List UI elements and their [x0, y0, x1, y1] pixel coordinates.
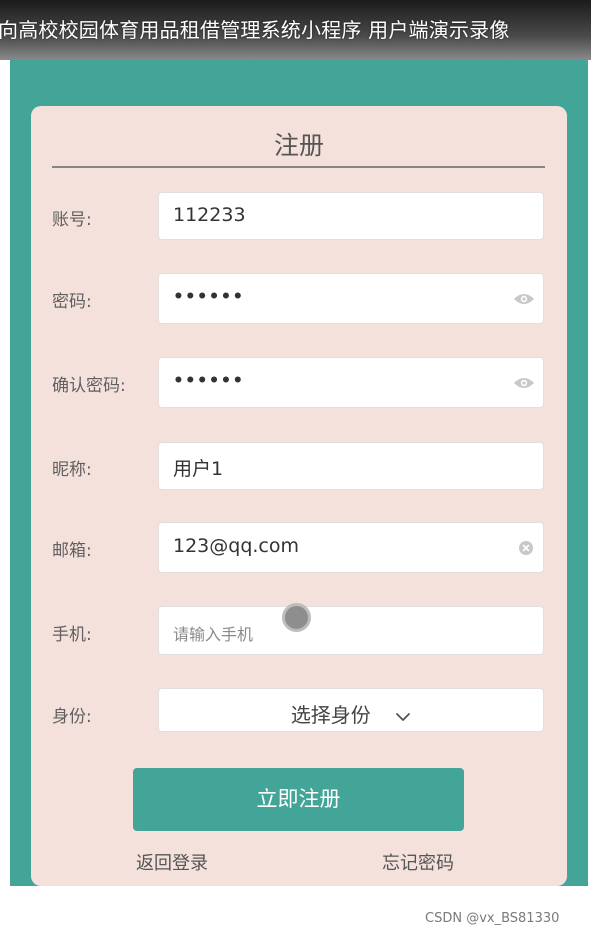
confirm-password-field[interactable]: •••••• [158, 357, 544, 408]
register-card: 注册 账号: 112233 密码: •••••• 确认密码: •••••• 昵称… [31, 106, 567, 886]
confirm-password-value: •••••• [173, 371, 245, 391]
email-label: 邮箱: [52, 541, 92, 561]
email-field[interactable]: 123@qq.com [158, 522, 544, 573]
account-label: 账号: [52, 210, 92, 230]
banner-title: 向高校校园体育用品租借管理系统小程序 用户端演示录像 [0, 18, 510, 42]
password-field[interactable]: •••••• [158, 273, 544, 324]
identity-select-value: 选择身份 [159, 699, 543, 728]
nickname-row: 昵称: 用户1 [31, 442, 567, 492]
video-title-banner: 向高校校园体育用品租借管理系统小程序 用户端演示录像 [0, 0, 591, 60]
email-value: 123@qq.com [173, 535, 300, 557]
nickname-field[interactable]: 用户1 [158, 442, 544, 490]
account-field[interactable]: 112233 [158, 192, 544, 240]
account-row: 账号: 112233 [31, 192, 567, 242]
password-label: 密码: [52, 292, 92, 312]
identity-select[interactable]: 选择身份 [158, 688, 544, 732]
identity-selected-text: 选择身份 [290, 703, 371, 727]
identity-row: 身份: 选择身份 [31, 688, 567, 732]
password-value: •••••• [173, 287, 245, 307]
phone-placeholder: 请输入手机 [173, 625, 254, 644]
clear-icon[interactable] [519, 541, 533, 555]
touch-cursor-indicator [282, 603, 311, 632]
register-button[interactable]: 立即注册 [133, 768, 464, 831]
nickname-value: 用户1 [173, 458, 224, 480]
eye-icon[interactable] [513, 376, 535, 390]
phone-label: 手机: [52, 625, 92, 645]
email-row: 邮箱: 123@qq.com [31, 522, 567, 574]
nickname-label: 昵称: [52, 460, 92, 480]
password-row: 密码: •••••• [31, 273, 567, 325]
confirm-password-label: 确认密码: [52, 376, 126, 396]
chevron-down-icon [396, 712, 411, 721]
identity-label: 身份: [52, 707, 92, 727]
forgot-password-link[interactable]: 忘记密码 [382, 849, 454, 875]
title-divider [52, 166, 545, 168]
left-margin [0, 60, 10, 937]
page-title: 注册 [273, 131, 324, 160]
account-value: 112233 [173, 204, 246, 226]
watermark: CSDN @vx_BS81330 [425, 911, 560, 926]
phone-field[interactable]: 请输入手机 [158, 606, 544, 655]
confirm-password-row: 确认密码: •••••• [31, 357, 567, 409]
back-to-login-link[interactable]: 返回登录 [136, 849, 208, 875]
eye-icon[interactable] [513, 292, 535, 306]
